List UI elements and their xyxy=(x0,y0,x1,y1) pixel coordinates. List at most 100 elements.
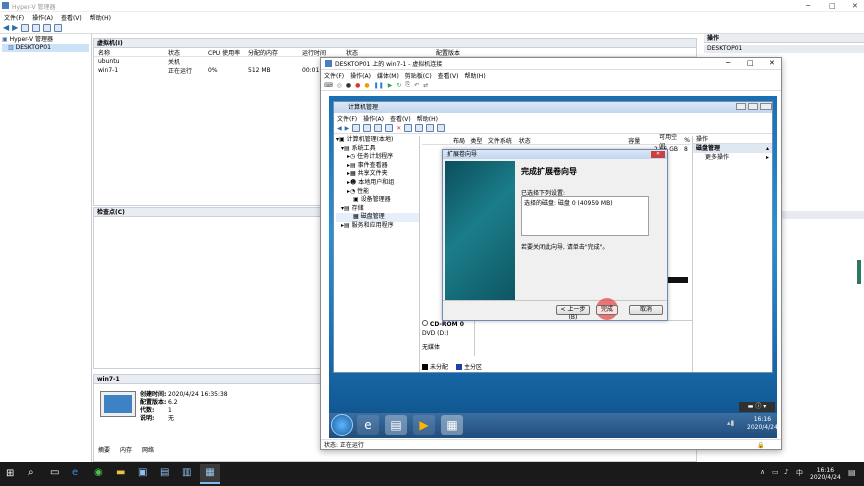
vm-menu-file[interactable]: 文件(F) xyxy=(324,71,344,80)
col-layout[interactable]: 布局 xyxy=(453,136,466,145)
ie-icon[interactable]: e xyxy=(357,415,379,435)
col-filesystem[interactable]: 文件系统 xyxy=(488,136,515,145)
start-orb-icon[interactable] xyxy=(331,414,353,436)
wizard-close-button[interactable]: ✕ xyxy=(651,151,665,158)
app-icon-1[interactable]: ▣ xyxy=(138,467,147,478)
col-cpu[interactable]: CPU 使用率 xyxy=(208,48,248,57)
pause-icon[interactable]: ❚❚ xyxy=(374,82,384,89)
cm-more-actions[interactable]: 更多操作 ▸ xyxy=(693,153,772,162)
cm-menu-view[interactable]: 查看(V) xyxy=(390,114,411,123)
menu-help[interactable]: 帮助(H) xyxy=(90,13,111,22)
menu-action[interactable]: 操作(A) xyxy=(32,13,53,22)
vm-close-button[interactable]: ✕ xyxy=(769,59,775,67)
cm-delete-icon[interactable]: ✕ xyxy=(396,125,401,132)
cm-maximize-button[interactable] xyxy=(748,103,758,110)
vm-menu-action[interactable]: 操作(A) xyxy=(350,71,371,80)
cm-export-icon[interactable] xyxy=(437,124,446,132)
tray-overflow-icon[interactable]: ∧ xyxy=(760,468,765,476)
search-icon[interactable]: ⌕ xyxy=(28,467,34,478)
enhanced-session-icon[interactable]: ⇄ xyxy=(423,82,428,89)
cm-search-icon[interactable] xyxy=(426,124,435,132)
cm-menu-help[interactable]: 帮助(H) xyxy=(417,114,438,123)
tab-summary[interactable]: 摘要 xyxy=(98,445,110,454)
app-icon-3[interactable]: ▥ xyxy=(182,467,191,478)
col-uptime[interactable]: 运行时间 xyxy=(302,48,346,57)
chrome-icon[interactable]: ◉ xyxy=(94,467,103,478)
wizard-settings-box[interactable]: 选择的磁盘: 磁盘 0 (40959 MB) xyxy=(521,196,649,236)
guest-clock[interactable]: 16:16 2020/4/24 xyxy=(747,416,778,432)
vm-menu-view[interactable]: 查看(V) xyxy=(438,71,459,80)
ime-icon[interactable]: 中 xyxy=(796,468,803,478)
col-config[interactable]: 配置版本 xyxy=(436,48,476,57)
start-icon[interactable]: ◎ xyxy=(337,82,342,89)
cm-menu-file[interactable]: 文件(F) xyxy=(337,114,357,123)
col-capacity[interactable]: 容量 xyxy=(628,136,655,145)
vm-menu-clipboard[interactable]: 剪贴板(C) xyxy=(405,71,432,80)
cm-tree-item[interactable]: ▸◔ 性能 xyxy=(336,188,419,197)
cm-tree-item[interactable]: ▾▣ 计算机管理(本地) xyxy=(336,136,419,145)
tree-root[interactable]: ▣ Hyper-V 管理器 xyxy=(2,36,89,44)
actions-host[interactable]: DESKTOP01 xyxy=(704,45,864,53)
back-button[interactable]: < 上一步(B) xyxy=(556,305,590,321)
save-icon[interactable]: ● xyxy=(364,82,369,89)
cm-forward-icon[interactable]: ▶ xyxy=(345,125,350,132)
cm-menu-action[interactable]: 操作(A) xyxy=(363,114,384,123)
hyperv-task-icon[interactable]: ▦ xyxy=(200,464,220,484)
cm-properties-icon[interactable] xyxy=(404,124,413,132)
close-button[interactable]: ✕ xyxy=(852,2,858,10)
cm-tree-item[interactable]: ▸▤ 服务和应用程序 xyxy=(336,222,419,231)
help-icon[interactable] xyxy=(43,23,52,32)
turn-off-icon[interactable]: ● xyxy=(346,82,351,89)
vm-menu-media[interactable]: 媒体(M) xyxy=(377,71,399,80)
cm-open-icon[interactable] xyxy=(415,124,424,132)
folder-icon[interactable] xyxy=(21,23,30,32)
explorer-icon[interactable]: ▤ xyxy=(385,415,407,435)
cdrom-volume-area[interactable] xyxy=(474,320,692,356)
cdrom-info[interactable]: CD-ROM 0 DVD (D:) 无媒体 xyxy=(422,320,474,352)
cm-tree-item[interactable]: ▣ 设备管理器 xyxy=(336,196,419,205)
revert-icon[interactable]: ↶ xyxy=(414,82,419,89)
col-percent[interactable]: % xyxy=(684,137,690,144)
windows-start-icon[interactable]: ⊞ xyxy=(6,468,14,479)
vm-keyboard-bar[interactable]: ▬ ⓘ ▾ xyxy=(739,402,775,412)
cm-actions-section[interactable]: 磁盘管理 ▴ xyxy=(693,144,772,153)
properties-icon[interactable] xyxy=(54,23,63,32)
tree-host[interactable]: ▥ DESKTOP01 xyxy=(2,44,89,52)
notification-icon[interactable]: ▤ xyxy=(848,468,856,477)
cm-tree-item[interactable]: ▾▤ 系统工具 xyxy=(336,145,419,154)
network-tray-icon[interactable]: ▴▮ xyxy=(727,419,734,427)
cancel-button[interactable]: 取消 xyxy=(629,305,663,315)
col-memory[interactable]: 分配的内存 xyxy=(248,48,302,57)
vm-menu-help[interactable]: 帮助(H) xyxy=(464,71,485,80)
cm-up-icon[interactable] xyxy=(352,124,361,132)
host-clock[interactable]: 16:16 2020/4/24 xyxy=(810,467,841,481)
vm-minimize-button[interactable]: ─ xyxy=(726,59,730,67)
col-vol-status[interactable]: 状态 xyxy=(519,136,625,145)
col-type[interactable]: 类型 xyxy=(470,136,483,145)
tab-network[interactable]: 网络 xyxy=(142,445,154,454)
col-status[interactable]: 状态 xyxy=(346,48,436,57)
task-view-icon[interactable]: ▭ xyxy=(50,467,59,478)
cm-close-button[interactable] xyxy=(760,103,772,110)
scrollbar-thumb[interactable] xyxy=(857,260,861,284)
menu-view[interactable]: 查看(V) xyxy=(61,13,82,22)
menu-file[interactable]: 文件(F) xyxy=(4,13,24,22)
computer-management-task-icon[interactable]: ▦ xyxy=(441,415,463,435)
file-explorer-icon[interactable]: ▬ xyxy=(116,467,125,478)
app-icon-2[interactable]: ▤ xyxy=(160,467,169,478)
cm-back-icon[interactable]: ◀ xyxy=(337,125,342,132)
ctrl-alt-del-icon[interactable]: ⌨ xyxy=(324,82,333,89)
cm-tree-item[interactable]: ▦ 磁盘管理 xyxy=(336,213,419,222)
cm-tree-item[interactable]: ▸◷ 任务计划程序 xyxy=(336,153,419,162)
vm-thumbnail[interactable] xyxy=(100,391,136,417)
reset-icon[interactable]: ↻ xyxy=(396,82,401,89)
back-arrow-icon[interactable]: ◀ xyxy=(3,23,9,32)
vm-maximize-button[interactable]: □ xyxy=(747,59,754,67)
shutdown-icon[interactable]: ● xyxy=(355,82,360,89)
tab-memory[interactable]: 内存 xyxy=(120,445,132,454)
volume-icon[interactable]: ♪ xyxy=(784,468,788,476)
resume-icon[interactable]: ▶ xyxy=(388,82,393,89)
cm-tree-item[interactable]: ▸☻ 本地用户和组 xyxy=(336,179,419,188)
maximize-button[interactable]: □ xyxy=(829,2,836,10)
cm-tree-icon[interactable] xyxy=(363,124,372,132)
